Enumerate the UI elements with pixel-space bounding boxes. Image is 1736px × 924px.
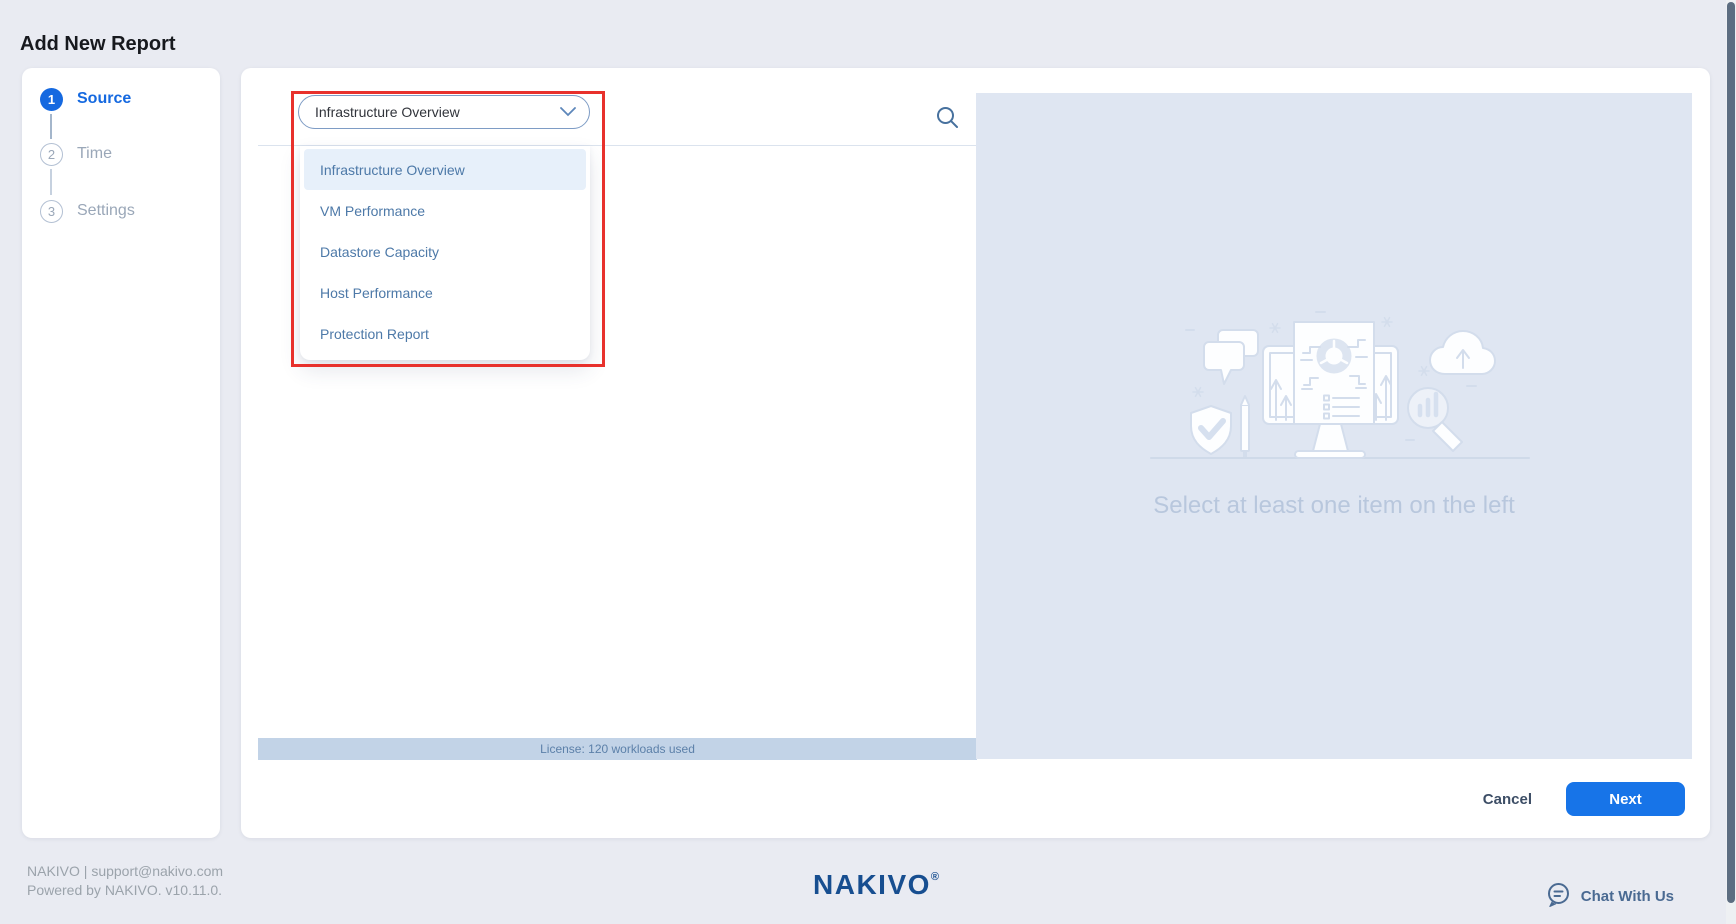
wizard-step-settings[interactable]: 3 Settings (40, 199, 135, 223)
shield-check-icon (1191, 406, 1231, 454)
step-connector (50, 169, 52, 195)
menu-item-host-performance[interactable]: Host Performance (304, 272, 586, 313)
license-bar: License: 120 workloads used (258, 738, 977, 760)
reports-illustration (1129, 308, 1539, 466)
report-type-dropdown-value: Infrastructure Overview (315, 104, 460, 120)
page-scrollbar[interactable] (1726, 0, 1736, 924)
magnifier-bar-chart-icon (1408, 388, 1462, 451)
wizard-step-source[interactable]: 1 Source (40, 87, 131, 111)
step-label: Source (77, 90, 131, 108)
step-label: Time (77, 145, 112, 163)
preview-panel: Select at least one item on the left (976, 93, 1692, 759)
cancel-button[interactable]: Cancel (1477, 790, 1538, 809)
upload-cloud-icon (1430, 331, 1495, 374)
next-button[interactable]: Next (1566, 782, 1685, 816)
chat-with-us-button[interactable]: Chat With Us (1539, 880, 1680, 913)
registered-mark: ® (931, 871, 939, 883)
step-number-badge: 1 (40, 88, 63, 111)
search-icon[interactable] (935, 105, 959, 129)
chevron-down-icon (560, 104, 576, 120)
page-title: Add New Report (20, 33, 176, 56)
menu-item-datastore-capacity[interactable]: Datastore Capacity (304, 231, 586, 272)
step-number-badge: 2 (40, 143, 63, 166)
report-type-dropdown[interactable]: Infrastructure Overview (298, 95, 590, 129)
menu-item-protection-report[interactable]: Protection Report (304, 313, 586, 354)
footer-info: NAKIVO | support@nakivo.com Powered by N… (27, 862, 223, 900)
wizard-step-time[interactable]: 2 Time (40, 142, 112, 166)
chat-bubbles-icon (1204, 330, 1258, 384)
chat-bubble-icon (1545, 881, 1572, 912)
scrollbar-thumb[interactable] (1727, 2, 1735, 903)
menu-item-vm-performance[interactable]: VM Performance (304, 190, 586, 231)
footer-version-line: Powered by NAKIVO. v10.11.0. (27, 881, 223, 900)
source-step-panel: Infrastructure Overview Infrastructure O… (241, 68, 1710, 838)
nakivo-logo: NAKIVO® (813, 869, 939, 901)
report-document-donut-chart-icon (1294, 322, 1374, 424)
step-number-badge: 3 (40, 200, 63, 223)
pencil-icon (1241, 396, 1249, 457)
report-type-menu: Infrastructure Overview VM Performance D… (300, 146, 590, 360)
wizard-actions: Cancel Next (1477, 782, 1685, 816)
empty-state-message: Select at least one item on the left (1153, 492, 1515, 520)
menu-item-infrastructure-overview[interactable]: Infrastructure Overview (304, 149, 586, 190)
footer-support-line: NAKIVO | support@nakivo.com (27, 862, 223, 881)
step-connector (50, 114, 52, 139)
step-label: Settings (77, 202, 135, 220)
wizard-sidebar: 1 Source 2 Time 3 Settings (22, 68, 220, 838)
license-text: License: 120 workloads used (540, 742, 695, 756)
chat-label: Chat With Us (1581, 888, 1674, 905)
